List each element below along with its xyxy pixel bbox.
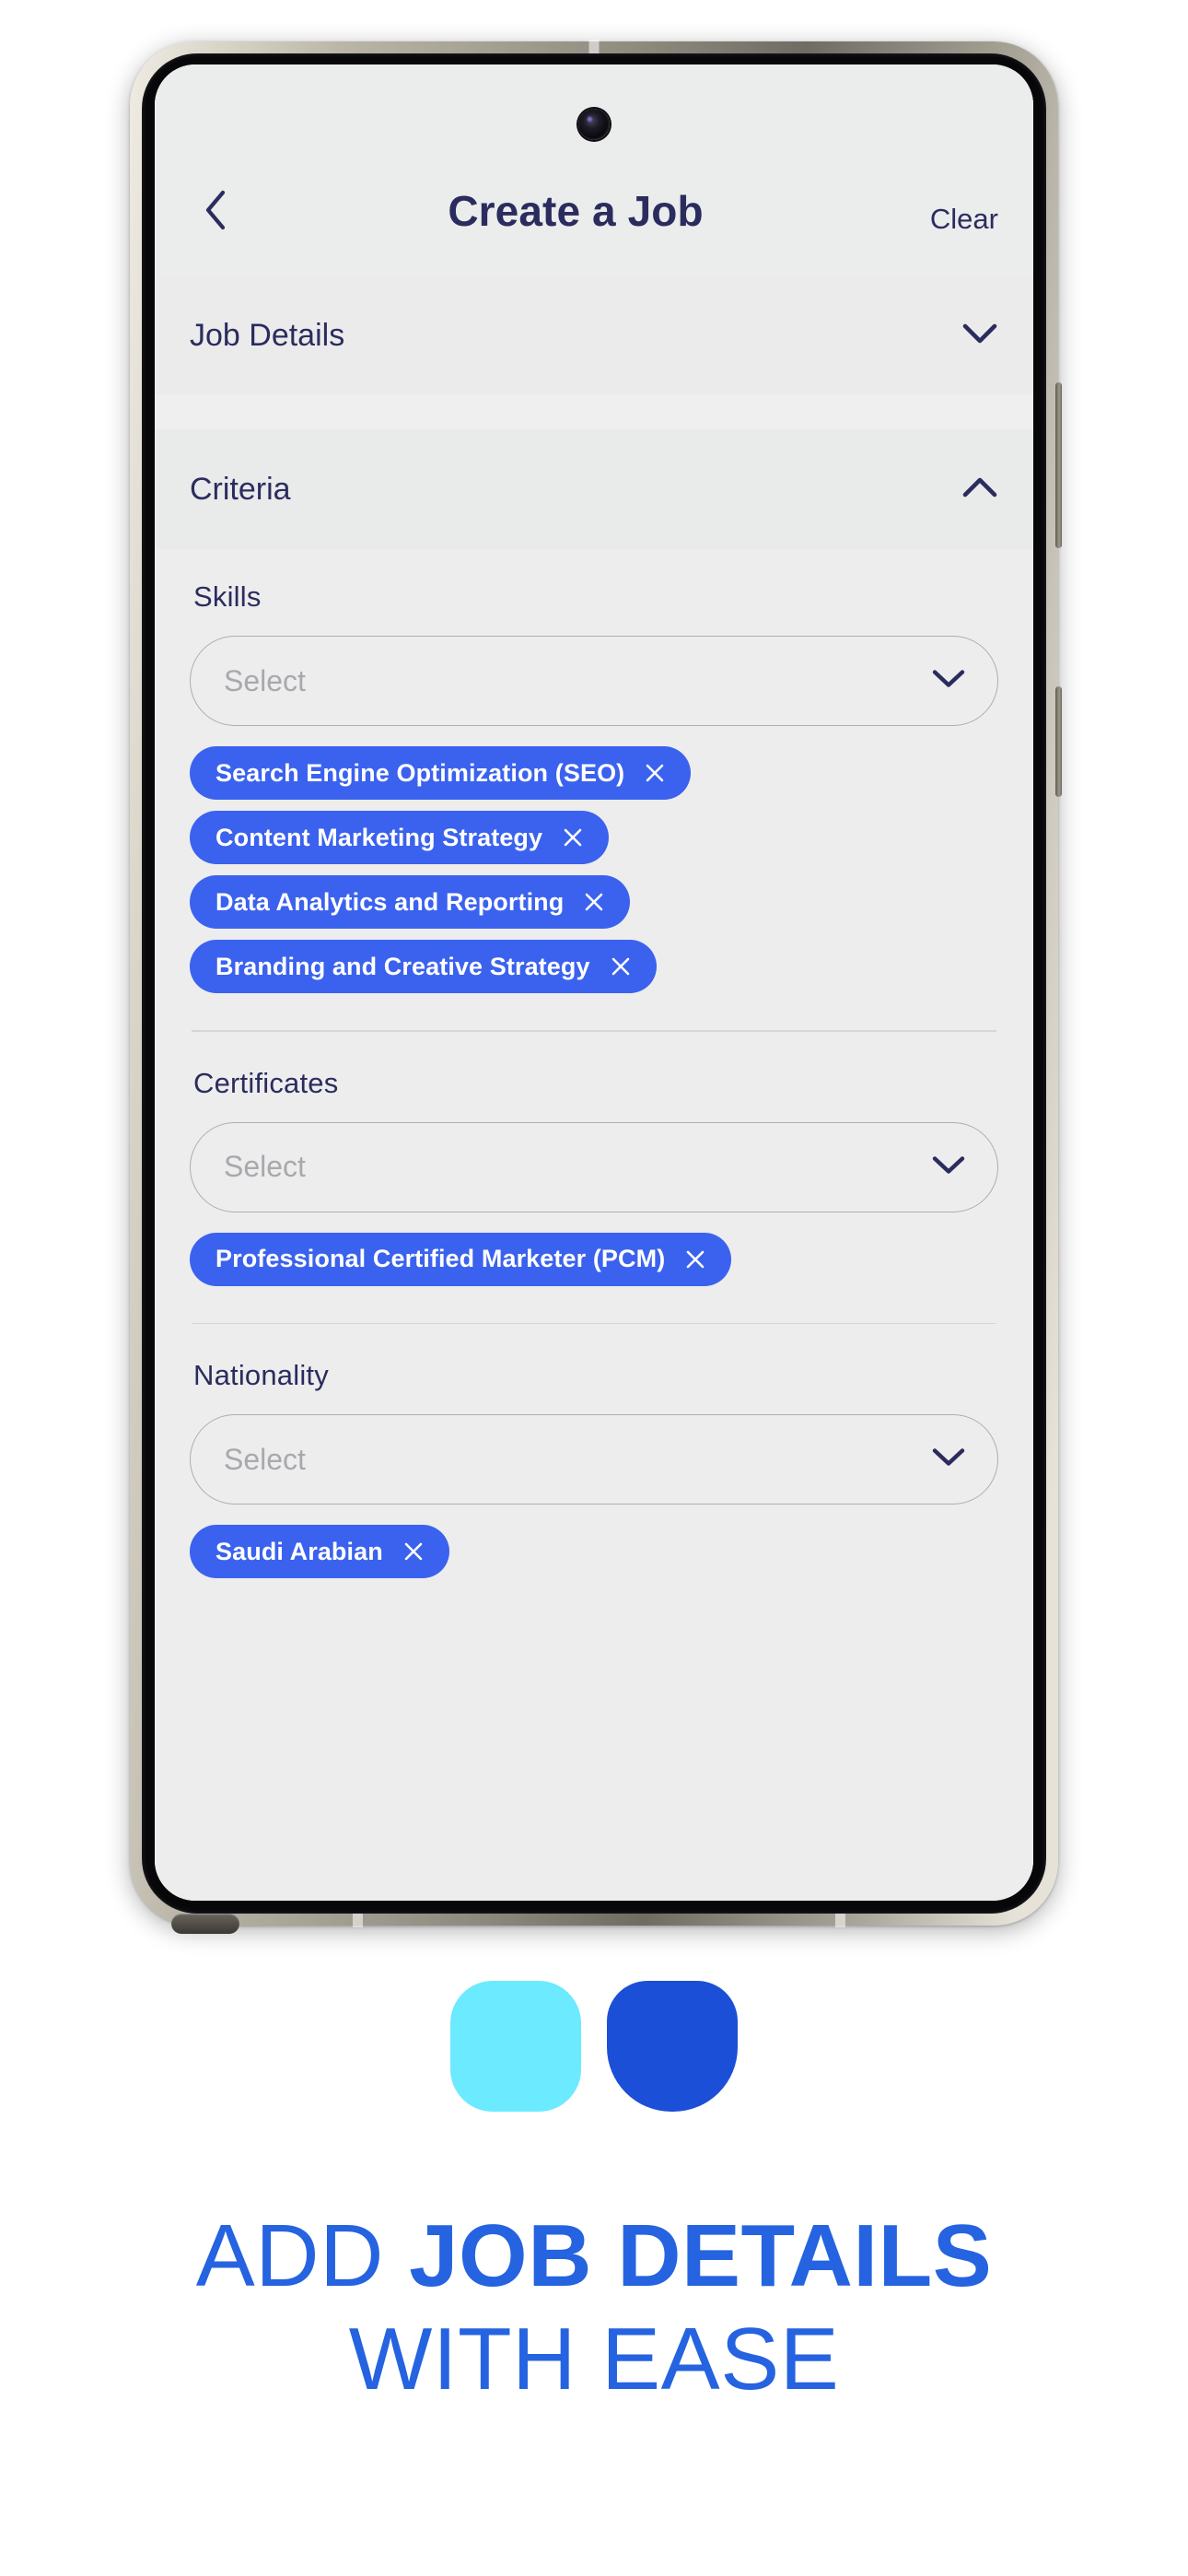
chip-label: Professional Certified Marketer (PCM) <box>215 1245 666 1273</box>
chip-item[interactable]: Saudi Arabian <box>190 1525 449 1579</box>
nationality-select[interactable]: Select <box>190 1414 998 1505</box>
chevron-down-icon <box>931 1446 966 1473</box>
chip-label: Saudi Arabian <box>215 1537 383 1565</box>
field-group-nationality: Nationality Select Saudi Arabian <box>190 1324 998 1579</box>
tagline-line-1-light: ADD <box>195 2207 410 2305</box>
skills-select-placeholder: Select <box>224 663 306 697</box>
spen-slot <box>171 1914 239 1934</box>
close-icon[interactable] <box>609 954 633 978</box>
nationality-label: Nationality <box>193 1359 329 1392</box>
field-group-skills: Skills Select Search Engine Optimization… <box>190 580 998 993</box>
certificates-chip-list: Professional Certified Marketer (PCM) <box>190 1232 998 1286</box>
close-icon[interactable] <box>402 1540 425 1563</box>
rounded-square-icon <box>450 1981 581 2112</box>
certificates-select[interactable]: Select <box>190 1121 998 1212</box>
power-button[interactable] <box>1055 686 1062 797</box>
app-root: Create a Job Clear Job Details Criteria <box>155 64 1033 1901</box>
chevron-left-icon <box>202 188 229 232</box>
section-criteria[interactable]: Criteria <box>155 429 1033 549</box>
close-icon[interactable] <box>643 761 667 785</box>
phone-screen: Create a Job Clear Job Details Criteria <box>155 64 1033 1901</box>
certificates-select-placeholder: Select <box>224 1150 306 1184</box>
rounded-shield-icon <box>607 1981 738 2112</box>
front-camera-icon <box>578 109 610 140</box>
tagline-line-2: WITH EASE <box>348 2309 840 2408</box>
section-job-details[interactable]: Job Details <box>155 276 1033 394</box>
poster-canvas: Create a Job Clear Job Details Criteria <box>0 0 1188 2576</box>
criteria-body: Skills Select Search Engine Optimization… <box>155 549 1033 1901</box>
field-group-certificates: Certificates Select Professional Certifi… <box>190 1032 998 1286</box>
chevron-down-icon <box>961 322 998 350</box>
app-header: Create a Job Clear <box>155 64 1033 276</box>
skills-label: Skills <box>193 580 262 613</box>
close-icon[interactable] <box>582 890 606 914</box>
chip-item[interactable]: Search Engine Optimization (SEO) <box>190 746 692 800</box>
nationality-select-placeholder: Select <box>224 1442 306 1476</box>
chip-item[interactable]: Data Analytics and Reporting <box>190 875 631 929</box>
chevron-down-icon <box>931 1153 966 1180</box>
chevron-down-icon <box>931 668 966 695</box>
skills-chip-list: Search Engine Optimization (SEO) Content… <box>190 746 998 993</box>
chip-item[interactable]: Professional Certified Marketer (PCM) <box>190 1232 732 1286</box>
chip-item[interactable]: Content Marketing Strategy <box>190 811 610 864</box>
chip-item[interactable]: Branding and Creative Strategy <box>190 940 657 993</box>
tagline-line-1: ADD JOB DETAILS <box>0 2211 1188 2301</box>
skills-select[interactable]: Select <box>190 636 998 726</box>
close-icon[interactable] <box>561 825 585 849</box>
volume-button[interactable] <box>1055 382 1062 548</box>
nationality-chip-list: Saudi Arabian <box>190 1525 998 1579</box>
phone-mockup: Create a Job Clear Job Details Criteria <box>130 40 1062 1934</box>
tagline: ADD JOB DETAILS WITH EASE <box>0 2211 1188 2405</box>
chip-label: Branding and Creative Strategy <box>215 952 590 980</box>
certificates-label: Certificates <box>193 1066 339 1099</box>
section-job-details-label: Job Details <box>190 317 345 353</box>
chip-label: Search Engine Optimization (SEO) <box>215 758 625 787</box>
section-criteria-label: Criteria <box>190 471 291 507</box>
brand-logo <box>0 1981 1188 2112</box>
section-divider-gap <box>155 394 1033 429</box>
clear-button[interactable]: Clear <box>910 203 998 236</box>
chevron-up-icon <box>961 475 998 504</box>
chip-label: Content Marketing Strategy <box>215 823 543 851</box>
page-title: Create a Job <box>448 187 704 235</box>
chip-label: Data Analytics and Reporting <box>215 887 565 916</box>
close-icon[interactable] <box>683 1247 707 1271</box>
tagline-line-1-bold: JOB DETAILS <box>409 2207 993 2305</box>
back-button[interactable] <box>190 184 241 236</box>
